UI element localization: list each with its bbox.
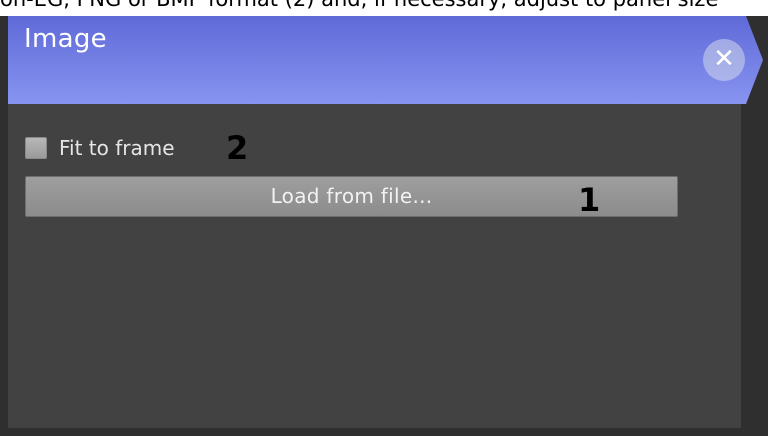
document-caption-text: on-EG, PNG or BMP format (2) and, if nec…: [0, 0, 718, 11]
fit-to-frame-label: Fit to frame: [59, 136, 175, 160]
panel-header: Image ✕: [8, 16, 763, 104]
close-button[interactable]: ✕: [703, 39, 745, 81]
close-icon: ✕: [713, 44, 735, 74]
panel-title: Image: [24, 24, 107, 54]
callout-number-1: 1: [578, 181, 601, 219]
header-background: [8, 16, 763, 104]
panel-bottom-border: [0, 428, 741, 436]
callout-number-2: 2: [226, 129, 249, 167]
fit-to-frame-checkbox[interactable]: [25, 137, 47, 159]
document-caption-strip: on-EG, PNG or BMP format (2) and, if nec…: [0, 0, 768, 16]
panel-left-border: [0, 16, 8, 428]
